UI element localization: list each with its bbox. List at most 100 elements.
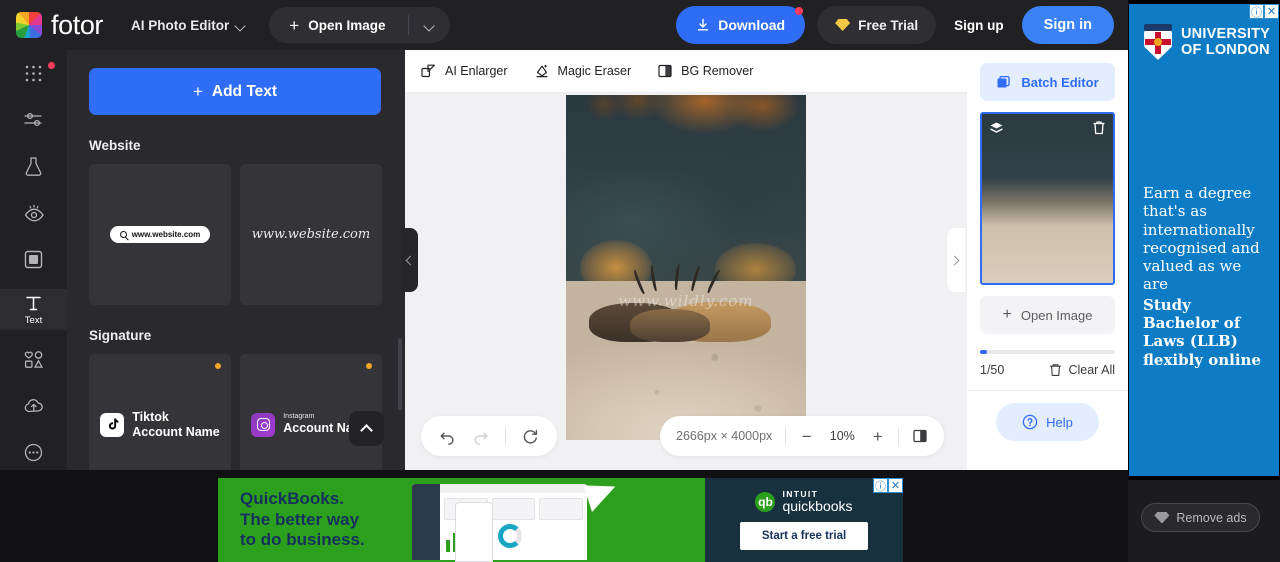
preset-text-line1: Tiktok [132,410,169,425]
ad-controls: ⓘ ✕ [873,478,903,493]
zoom-in-button[interactable]: + [870,428,885,445]
advertiser-name-bottom: quickbooks [782,497,853,514]
ad-close-icon[interactable]: ✕ [1264,4,1279,19]
help-icon [1022,414,1038,430]
sidebar-item-frame[interactable] [0,242,67,277]
text-preset-card[interactable]: www.website.com [240,164,382,305]
bottom-advertisement[interactable]: QuickBooks. The better way to do busines… [218,478,903,562]
clear-all-button[interactable]: Clear All [1049,363,1115,377]
brand-name: fotor [51,9,104,40]
sidebar-item-uploads[interactable] [0,389,67,424]
ad-close-icon[interactable]: ✕ [888,478,903,493]
open-image-button[interactable]: + Open Image [269,7,407,43]
sidebar-item-retouch[interactable] [0,196,67,231]
zoom-out-button[interactable]: − [799,428,814,445]
open-image-label: Open Image [308,17,386,33]
enlarge-icon [421,64,435,78]
pro-badge-dot [366,363,372,369]
collapse-right-panel-button[interactable] [947,228,965,292]
open-image-group: + Open Image [269,7,450,43]
canvas-history-toolbar [421,416,557,456]
bg-remover-icon [658,64,672,78]
thumbnail-scroll-thumb[interactable] [980,350,987,354]
mode-label: AI Photo Editor [131,17,230,33]
panel-scrollbar[interactable] [398,338,402,410]
batch-editor-button[interactable]: Batch Editor [980,63,1115,101]
redo-icon [474,432,488,445]
chevron-down-icon [425,21,434,30]
elements-icon [24,351,43,368]
divider [898,427,900,445]
clear-all-label: Clear All [1068,363,1115,377]
compare-button[interactable] [912,428,928,444]
undo-button[interactable] [439,428,456,445]
ad-info-icon[interactable]: ⓘ [1249,4,1264,19]
collapse-left-panel-button[interactable] [401,228,418,292]
open-image-dropdown-button[interactable] [409,7,450,43]
ad-dark-panel[interactable]: ⓘ ✕ qb INTUIT quickbooks Start a free tr… [705,478,903,562]
fotor-logo-icon [16,12,42,38]
photo-ibex-group [585,263,787,343]
help-label: Help [1046,414,1073,430]
text-preset-card[interactable]: www.website.com [89,164,231,305]
download-button[interactable]: Download [676,6,806,44]
image-count: 1/50 [980,363,1005,377]
right-open-image-button[interactable]: + Open Image [980,296,1115,334]
sidebar-item-ai-tools[interactable] [0,149,67,184]
preset-text: www.website.com [251,227,371,242]
advertiser-name-line1: UNIVERSITY [1181,25,1271,42]
ad-green-panel[interactable]: QuickBooks. The better way to do busines… [218,478,705,562]
divider [785,427,787,445]
ai-enlarger-button[interactable]: AI Enlarger [421,63,508,79]
ad-dashboard-screenshot [412,484,587,560]
remove-ads-label: Remove ads [1176,510,1247,525]
right-advertisement[interactable]: ⓘ ✕ UNIVERSITY OF LONDON Earn a degree t… [1128,0,1280,480]
reset-icon [523,429,538,444]
download-label: Download [718,17,786,33]
ad-creative[interactable]: ⓘ ✕ UNIVERSITY OF LONDON Earn a degree t… [1129,4,1279,476]
reset-button[interactable] [522,428,539,445]
help-button[interactable]: Help [996,403,1099,441]
advertiser-name: UNIVERSITY OF LONDON [1181,26,1270,58]
canvas-stage[interactable]: www.wildly.com [405,93,967,470]
delete-thumbnail-button[interactable] [1092,120,1106,140]
sidebar-item-adjust[interactable] [0,103,67,138]
brand-logo[interactable]: fotor [16,10,103,41]
ad-cta-button[interactable]: Start a free trial [739,522,869,551]
photo-branch-region [566,95,806,171]
ad-headline-line1: QuickBooks. [240,488,344,508]
bg-remover-button[interactable]: BG Remover [657,63,753,79]
mode-selector[interactable]: AI Photo Editor [131,18,245,33]
search-pill-preview: www.website.com [109,226,211,243]
chevron-up-icon [360,423,373,437]
sidebar-item-elements[interactable] [0,342,67,377]
redo-button[interactable] [472,428,489,445]
cloud-upload-icon [24,399,43,413]
eye-retouch-icon [24,204,44,222]
chevron-right-icon [949,255,960,265]
sign-in-button[interactable]: Sign in [1021,6,1114,44]
free-trial-button[interactable]: Free Trial [817,6,937,44]
zoom-level: 10% [829,429,855,443]
image-thumbnail[interactable] [980,112,1115,285]
plus-icon: + [1002,306,1012,323]
sidebar-item-templates[interactable] [0,56,67,91]
magic-eraser-button[interactable]: Magic Eraser [534,63,631,79]
layers-icon[interactable] [989,121,1004,141]
thumbnail-scroll-track[interactable] [980,350,1115,354]
image-dimensions: 2666px × 4000px [676,429,773,443]
text-preset-card[interactable]: Tiktok Account Name [89,354,231,470]
top-bar-actions: Download Free Trial Sign up Sign in [676,6,1114,44]
gem-icon [1154,511,1170,524]
add-text-button[interactable]: + Add Text [89,68,381,115]
remove-ads-button[interactable]: Remove ads [1141,503,1260,532]
ad-info-icon[interactable]: ⓘ [873,478,888,493]
scroll-to-top-button[interactable] [349,411,384,446]
canvas-photo[interactable]: www.wildly.com [566,95,806,440]
sidebar-item-text[interactable]: Text [0,288,67,331]
sidebar-item-more[interactable] [0,435,67,470]
batch-editor-icon [997,75,1010,88]
sign-up-button[interactable]: Sign up [948,18,1010,33]
preset-text: www.website.com [131,230,201,239]
text-panel: + Add Text Website www.website.com www.w… [67,50,405,470]
